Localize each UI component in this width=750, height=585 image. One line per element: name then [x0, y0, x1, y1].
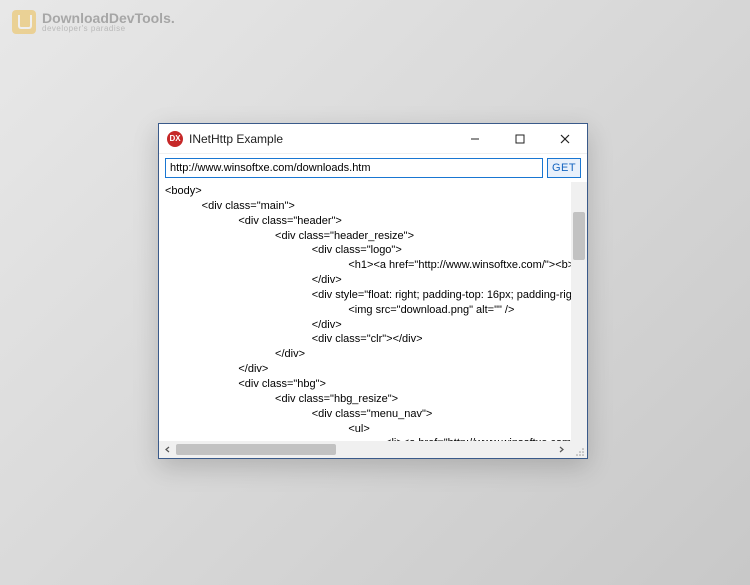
- watermark-title: DownloadDevTools.: [42, 11, 175, 25]
- titlebar[interactable]: DX INetHttp Example: [159, 124, 587, 154]
- response-html-view[interactable]: <body> <div class="main"> <div class="he…: [159, 182, 571, 441]
- get-button[interactable]: GET: [547, 158, 581, 178]
- watermark-subtitle: developer's paradise: [42, 25, 175, 33]
- app-icon: DX: [167, 131, 183, 147]
- app-window: DX INetHttp Example GET <body> <div clas…: [158, 123, 588, 459]
- minimize-button[interactable]: [452, 124, 497, 154]
- resize-grip-icon[interactable]: [570, 441, 587, 458]
- url-input[interactable]: [165, 158, 543, 178]
- toolbar: GET: [159, 154, 587, 182]
- vertical-scrollbar[interactable]: [571, 182, 587, 441]
- site-watermark: DownloadDevTools. developer's paradise: [12, 10, 175, 34]
- vertical-scroll-thumb[interactable]: [573, 212, 585, 260]
- horizontal-scroll-thumb[interactable]: [176, 444, 336, 455]
- close-button[interactable]: [542, 124, 587, 154]
- maximize-button[interactable]: [497, 124, 542, 154]
- response-area: <body> <div class="main"> <div class="he…: [159, 182, 587, 441]
- watermark-icon: [12, 10, 36, 34]
- window-title: INetHttp Example: [189, 132, 283, 146]
- scroll-left-arrow-icon[interactable]: [159, 441, 176, 458]
- scroll-right-arrow-icon[interactable]: [553, 441, 570, 458]
- horizontal-scrollbar[interactable]: [159, 441, 587, 458]
- horizontal-scroll-track[interactable]: [176, 441, 553, 458]
